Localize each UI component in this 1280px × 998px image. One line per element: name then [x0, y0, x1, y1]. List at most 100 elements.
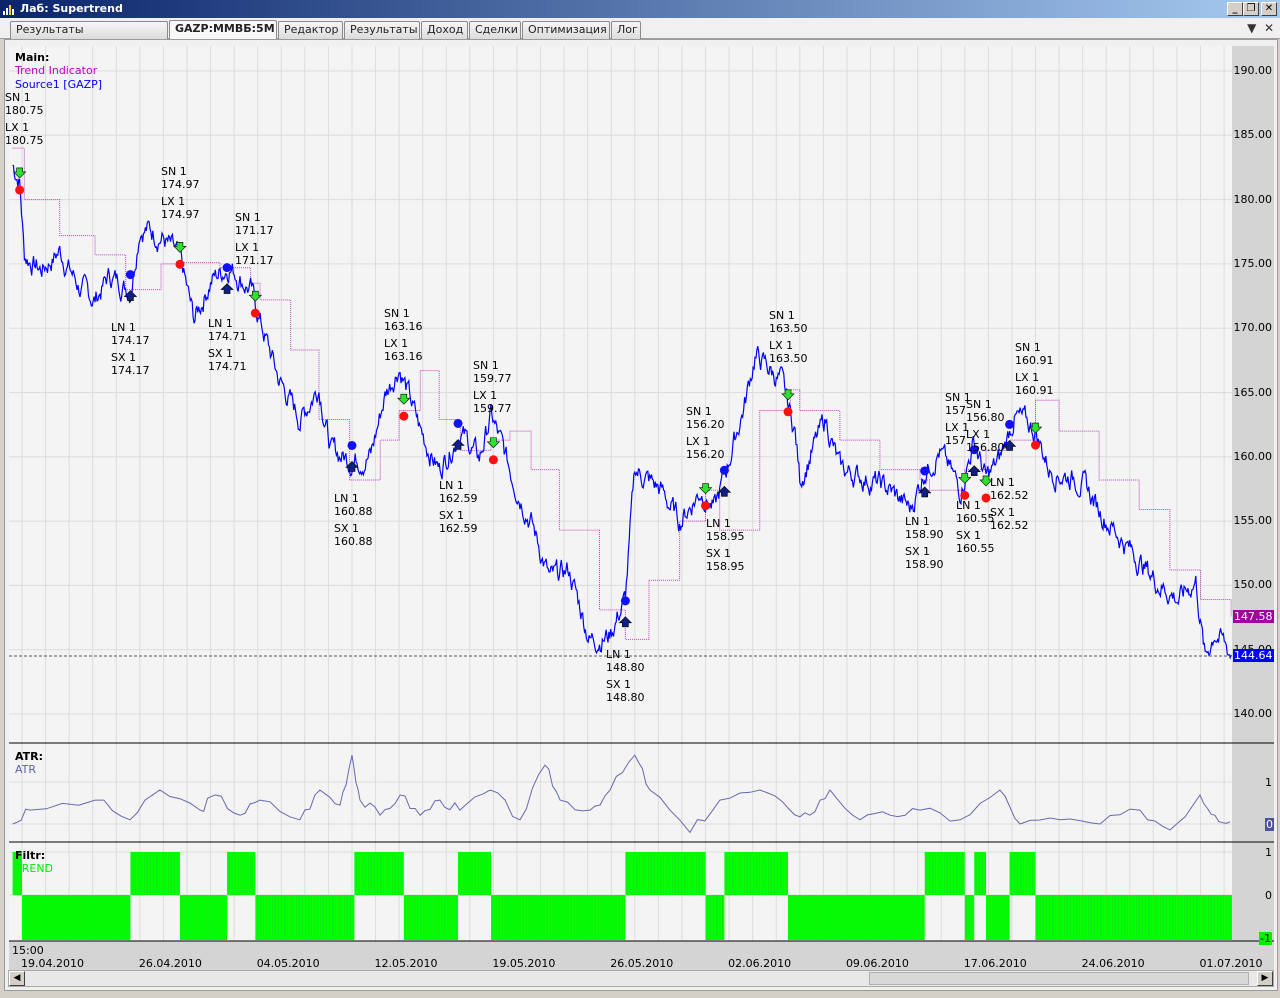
signal-price-text: 158.90: [905, 558, 944, 571]
short-entry-dot[interactable]: [399, 411, 409, 421]
signal-label: SN 1 174.97 LX 1 174.97: [161, 165, 200, 221]
horizontal-scrollbar[interactable]: ◀ ▶: [8, 970, 1274, 987]
short-entry-dot[interactable]: [783, 407, 793, 417]
price-tick: 165.00: [1233, 385, 1273, 399]
signal-price-text: 156.20: [686, 448, 725, 461]
signal-exit-text: LX 1: [769, 339, 794, 352]
date-tick: 19.05.2010: [492, 957, 556, 970]
signal-exit-text: LX 1: [966, 428, 991, 441]
date-tick: 26.05.2010: [610, 957, 674, 970]
signal-label: SN 1 159.77 LX 1 159.77: [473, 359, 512, 415]
scroll-right-button[interactable]: ▶: [1257, 971, 1273, 986]
price-tick: 170.00: [1233, 321, 1273, 335]
date-tick: 09.06.2010: [845, 957, 909, 970]
signal-label: LN 1 162.52 SX 1 162.52: [990, 476, 1029, 532]
long-entry-dot[interactable]: [453, 418, 463, 428]
filter-bar: [179, 895, 228, 940]
signal-price-text: 171.17: [235, 254, 274, 267]
signal-price-text: 162.52: [990, 519, 1029, 532]
filter-tick: 1: [1265, 846, 1272, 859]
short-entry-dot[interactable]: [1031, 440, 1041, 450]
scroll-left-button[interactable]: ◀: [9, 971, 25, 986]
legend-source[interactable]: Source1 [GAZP]: [15, 78, 102, 91]
long-entry-dot[interactable]: [620, 596, 630, 606]
signal-price-text: 163.50: [769, 352, 808, 365]
signal-exit-text: SX 1: [111, 351, 137, 364]
signal-entry-text: SN 1: [1015, 341, 1041, 354]
date-tick: 04.05.2010: [256, 957, 320, 970]
filter-bar: [255, 895, 355, 940]
signal-price-text: 156.80: [966, 411, 1005, 424]
signal-price-text: 174.17: [111, 364, 150, 377]
legend-atr[interactable]: ATR: [15, 763, 36, 776]
filter-tick: 0: [1265, 889, 1272, 902]
signal-label: SN 1 180.75 LX 1 180.75: [5, 91, 44, 147]
price-tick: 190.00: [1233, 64, 1273, 77]
signal-price-text: 163.50: [769, 322, 808, 335]
long-entry-dot[interactable]: [920, 466, 930, 476]
signal-entry-text: SN 1: [5, 91, 31, 104]
long-entry-dot[interactable]: [125, 270, 135, 280]
price-tick: 155.00: [1233, 514, 1273, 528]
atr-panel-title: ATR:: [15, 750, 44, 763]
signal-entry-text: LN 1: [439, 479, 464, 492]
legend-trend[interactable]: TREND: [15, 862, 53, 875]
short-entry-dot[interactable]: [250, 308, 260, 318]
date-tick: 24.06.2010: [1081, 957, 1145, 970]
price-tick: 160.00: [1233, 449, 1273, 463]
signal-exit-text: SX 1: [334, 522, 360, 535]
short-entry-dot[interactable]: [488, 455, 498, 465]
signal-label: SN 1 160.91 LX 1 160.91: [1015, 341, 1054, 397]
signal-entry-text: LN 1: [706, 517, 731, 530]
signal-exit-text: SX 1: [208, 347, 234, 360]
time-label: 15:00: [12, 944, 44, 957]
filter-panel-title: Filtr:: [15, 849, 46, 862]
date-tick: 02.06.2010: [728, 957, 792, 970]
long-entry-dot[interactable]: [1005, 419, 1015, 429]
signal-label: SN 1 156.20 LX 1 156.20: [686, 405, 725, 461]
signal-price-text: 156.20: [686, 418, 725, 431]
chart-canvas[interactable]: [0, 0, 1280, 998]
signal-entry-text: LN 1: [990, 476, 1015, 489]
signal-price-text: 160.88: [334, 505, 373, 518]
short-entry-dot[interactable]: [175, 259, 185, 269]
scrollbar-thumb[interactable]: [869, 972, 1249, 985]
signal-label: LN 1 148.80 SX 1 148.80: [606, 648, 645, 704]
long-entry-dot[interactable]: [222, 263, 232, 273]
signal-entry-text: LN 1: [606, 648, 631, 661]
long-entry-dot[interactable]: [347, 440, 357, 450]
long-entry-dot[interactable]: [719, 465, 729, 475]
signal-price-text: 160.91: [1015, 354, 1054, 367]
signal-price-text: 162.59: [439, 492, 478, 505]
signal-price-text: 174.97: [161, 178, 200, 191]
signal-entry-text: SN 1: [235, 211, 261, 224]
legend-trend-indicator[interactable]: Trend Indicator: [15, 64, 97, 77]
signal-exit-text: LX 1: [235, 241, 260, 254]
signal-price-text: 148.80: [606, 691, 645, 704]
atr-value-badge: 0: [1265, 818, 1274, 831]
signal-price-text: 180.75: [5, 104, 44, 117]
short-entry-dot[interactable]: [15, 185, 25, 195]
short-entry-dot[interactable]: [701, 501, 711, 511]
signal-exit-text: SX 1: [606, 678, 632, 691]
signal-label: LN 1 158.90 SX 1 158.90: [905, 515, 944, 571]
signal-price-text: 160.55: [956, 512, 995, 525]
signal-price-text: 174.97: [161, 208, 200, 221]
main-panel-title: Main:: [15, 51, 50, 64]
date-tick: 01.07.2010: [1199, 957, 1263, 970]
signal-label: LN 1 160.88 SX 1 160.88: [334, 492, 373, 548]
signal-exit-text: SX 1: [905, 545, 931, 558]
signal-label: SN 1 156.80 LX 1 156.80: [966, 398, 1005, 454]
filter-bar: [354, 852, 404, 895]
signal-entry-text: SN 1: [686, 405, 712, 418]
price-tick: 150.00: [1233, 578, 1273, 592]
signal-exit-text: SX 1: [956, 529, 982, 542]
signal-price-text: 158.90: [905, 528, 944, 541]
signal-price-text: 163.16: [384, 350, 423, 363]
signal-label: SN 1 171.17 LX 1 171.17: [235, 211, 274, 267]
signal-entry-text: LN 1: [111, 321, 136, 334]
signal-price-text: 171.17: [235, 224, 274, 237]
signal-entry-text: SN 1: [473, 359, 499, 372]
price-tick: 180.00: [1233, 192, 1273, 206]
filter-bar: [130, 852, 180, 895]
